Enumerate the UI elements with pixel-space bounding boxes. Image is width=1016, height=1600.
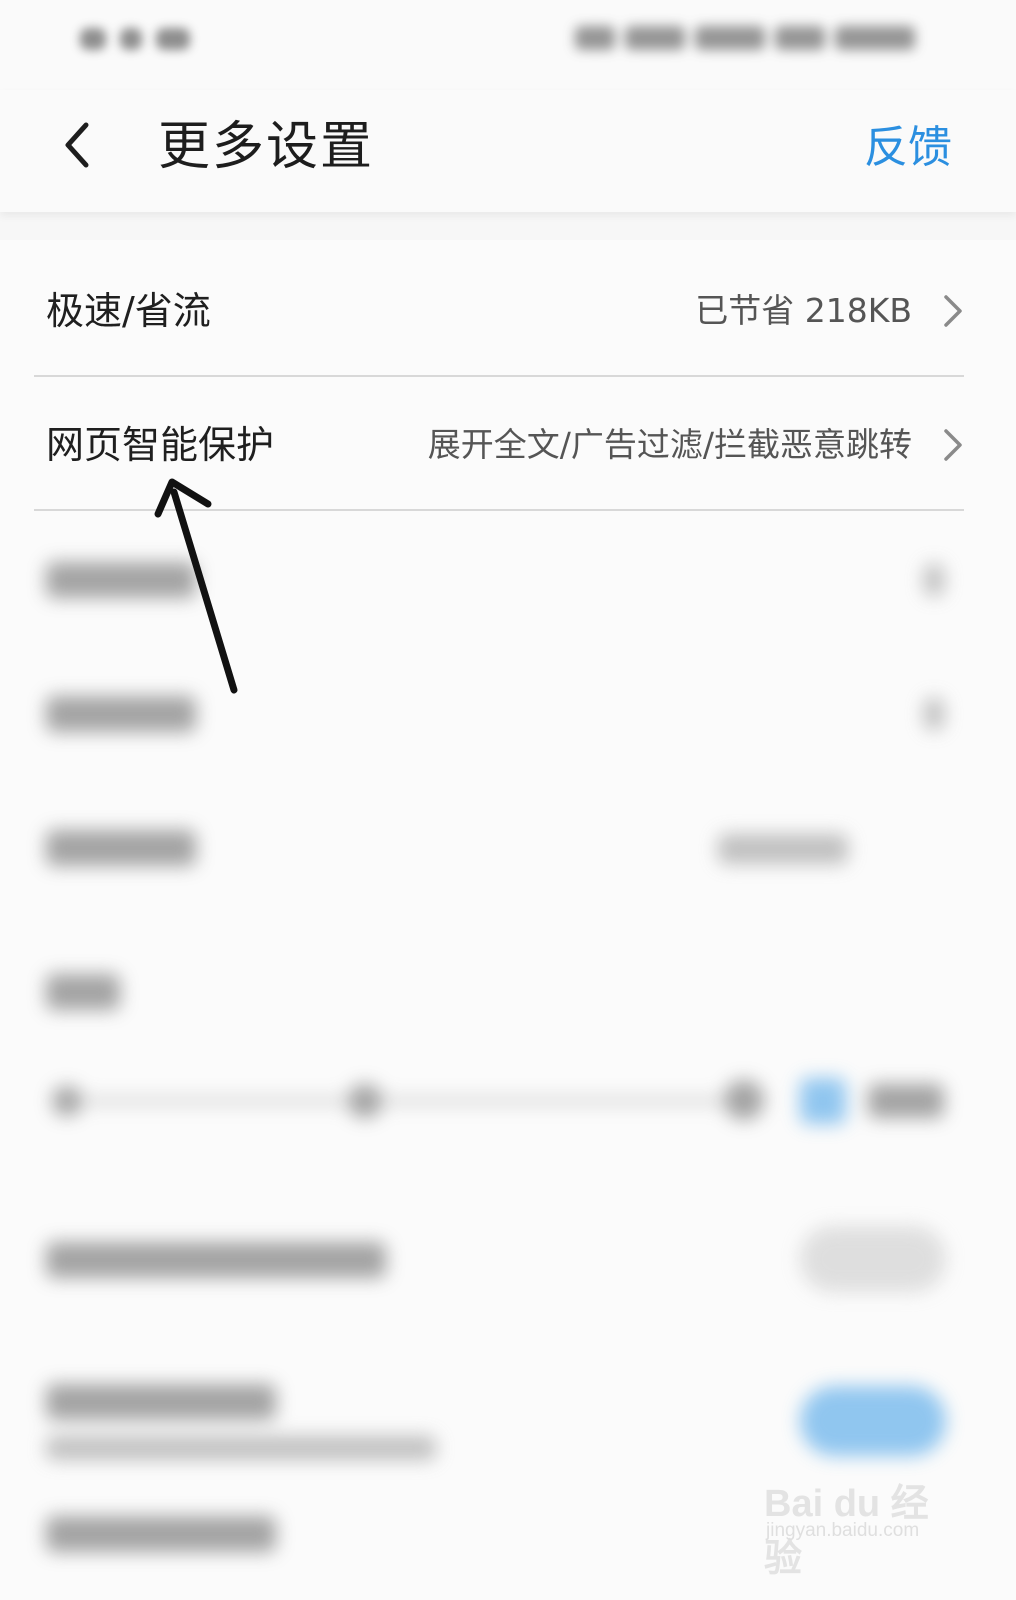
page-title: 更多设置: [158, 117, 375, 177]
font-size-slider-thumb: [348, 1084, 382, 1118]
blurred-row-label: [46, 830, 196, 866]
setting-value: 已节省 218KB: [695, 291, 912, 330]
watermark-url: jingyan.baidu.com: [766, 1520, 920, 1541]
settings-list: 极速/省流 已节省 218KB 网页智能保护 展开全文/广告过滤/拦截恶意跳转: [0, 240, 1016, 1600]
blurred-row-label: [46, 696, 196, 732]
baidu-jingyan-watermark: Bai du 经验 jingyan.baidu.com: [760, 1460, 960, 1580]
notification-icon: [80, 28, 106, 50]
network-icon: [156, 28, 190, 50]
chevron-right-icon: [944, 429, 962, 461]
speed-indicator: [695, 26, 765, 50]
blurred-row-label: [46, 1384, 276, 1420]
blurred-checkbox: [800, 1078, 846, 1124]
signal-icon: [120, 28, 142, 50]
blurred-checkbox-label: [868, 1084, 944, 1118]
top-app-bar: 更多设置 反馈: [0, 90, 1016, 212]
blurred-row-label: [46, 1516, 276, 1552]
chevron-right-icon: [924, 698, 944, 730]
chevron-left-icon: [65, 122, 89, 168]
status-icons-left: [80, 28, 190, 50]
back-button[interactable]: [52, 114, 102, 176]
clock: [835, 26, 915, 50]
status-icons-right: [575, 26, 915, 50]
font-size-large-marker: [724, 1080, 764, 1120]
font-size-slider-track: [82, 1098, 732, 1104]
blurred-row-value: [718, 834, 848, 864]
setting-row-speed-data-saver[interactable]: 极速/省流 已节省 218KB: [34, 244, 982, 378]
toggle-switch-off: [800, 1226, 946, 1292]
blurred-row-description: [46, 1436, 436, 1460]
setting-label: 极速/省流: [46, 289, 211, 333]
chevron-right-icon: [944, 295, 962, 327]
battery-icon: [775, 26, 825, 50]
feedback-button[interactable]: 反馈: [864, 120, 952, 176]
blurred-section-title: [46, 974, 120, 1010]
setting-value: 展开全文/广告过滤/拦截恶意跳转: [427, 425, 912, 464]
divider: [34, 375, 964, 377]
wifi-icon: [575, 26, 615, 50]
cellular-icon: [625, 26, 685, 50]
toggle-switch-on: [800, 1386, 946, 1456]
status-bar: [0, 0, 1016, 90]
font-size-small-marker: [52, 1086, 82, 1116]
annotation-arrow: [154, 478, 238, 694]
blurred-row-label: [46, 1242, 386, 1278]
chevron-right-icon: [924, 564, 944, 596]
